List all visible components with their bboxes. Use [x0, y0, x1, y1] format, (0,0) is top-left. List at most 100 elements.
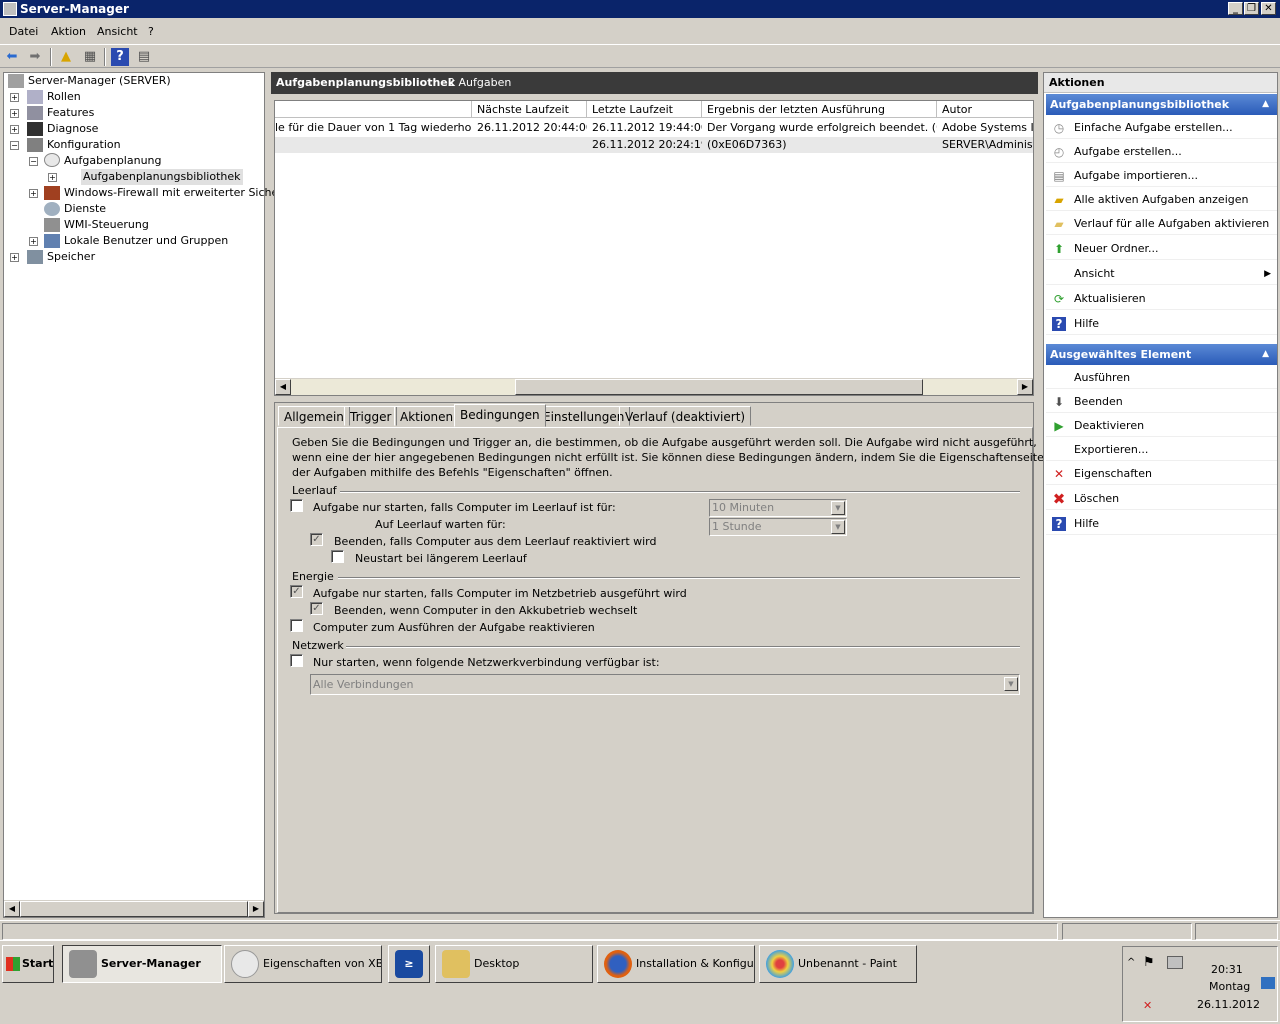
action-help-selected[interactable]: ? Hilfe [1046, 513, 1277, 535]
expand-icon[interactable]: + [10, 253, 19, 262]
column-header-last-run[interactable]: Letzte Laufzeit [587, 101, 702, 118]
scroll-thumb[interactable] [20, 901, 248, 917]
expand-icon[interactable]: + [29, 237, 38, 246]
list-horizontal-scrollbar[interactable]: ◀ ▶ [275, 378, 1033, 395]
flag-icon[interactable]: ⚑ [1143, 955, 1155, 970]
action-properties[interactable]: ✕ Eigenschaften [1046, 463, 1277, 485]
tab-verlauf[interactable]: Verlauf (deaktiviert) [619, 406, 752, 426]
action-create-task[interactable]: ◴ Aufgabe erstellen... [1046, 141, 1277, 163]
expand-icon[interactable]: + [10, 125, 19, 134]
action-run[interactable]: Ausführen [1046, 367, 1277, 389]
idle-duration-select[interactable]: 10 Minuten ▼ [709, 499, 847, 517]
column-header-author[interactable]: Autor [937, 101, 1033, 118]
taskbar-item-powershell[interactable]: ≥ [388, 945, 430, 983]
tree-horizontal-scrollbar[interactable]: ◀ ▶ [4, 900, 264, 917]
collapse-icon[interactable]: ▲ [1262, 344, 1269, 365]
action-delete[interactable]: ✖ Löschen [1046, 488, 1277, 510]
center-title: Aufgabenplanungsbibliothek [276, 76, 456, 89]
group-divider [338, 577, 1020, 579]
network-icon[interactable] [1167, 956, 1183, 969]
power-wake-checkbox[interactable] [290, 619, 303, 632]
tab-aktionen[interactable]: Aktionen [394, 406, 460, 426]
group-idle-label: Leerlauf [292, 484, 337, 497]
title-bar: Server-Manager _ ❐ ✕ [0, 0, 1280, 18]
show-hide-tree-icon[interactable]: ▦ [81, 48, 99, 66]
tab-trigger[interactable]: Trigger [344, 406, 398, 426]
system-tray: ^ ⚑ ✕ 20:31 Montag 26.11.2012 [1122, 946, 1278, 1022]
menu-file[interactable]: Datei [9, 25, 38, 38]
table-cell: Der Vorgang wurde erfolgreich beendet. (… [707, 121, 937, 134]
action-export[interactable]: Exportieren... [1046, 439, 1277, 461]
group-divider [346, 646, 1020, 648]
section-selected-item[interactable]: Ausgewähltes Element ▲ [1046, 344, 1277, 365]
collapse-icon[interactable]: ▲ [1262, 94, 1269, 115]
section-library[interactable]: Aufgabenplanungsbibliothek ▲ [1046, 94, 1277, 115]
menu-view[interactable]: Ansicht [97, 25, 138, 38]
taskbar-item-server-manager[interactable]: Server-Manager [62, 945, 222, 983]
idle-start-checkbox[interactable] [290, 499, 303, 512]
tab-allgemein[interactable]: Allgemein [278, 406, 350, 426]
power-battery-checkbox[interactable]: ✓ [310, 602, 323, 615]
network-only-checkbox[interactable] [290, 654, 303, 667]
scroll-right-icon[interactable]: ▶ [1017, 379, 1033, 395]
volume-muted-icon[interactable]: ✕ [1143, 999, 1152, 1012]
network-only-label: Nur starten, wenn folgende Netzwerkverbi… [313, 656, 660, 669]
column-header-name[interactable] [275, 101, 472, 118]
taskbar-item-paint[interactable]: Unbenannt - Paint [759, 945, 917, 983]
expand-icon[interactable]: + [29, 189, 38, 198]
scroll-left-icon[interactable]: ◀ [4, 901, 20, 917]
network-connection-select[interactable]: Alle Verbindungen ▼ [310, 674, 1020, 695]
forward-arrow-icon[interactable]: ➡ [26, 48, 44, 66]
scroll-thumb[interactable] [515, 379, 923, 395]
up-folder-icon[interactable]: ▲ [57, 48, 75, 66]
action-help[interactable]: ? Hilfe [1046, 313, 1277, 335]
table-row[interactable]: le für die Dauer von 1 Tag wiederholen. … [275, 120, 1033, 136]
table-cell: 26.11.2012 19:44:00 [592, 121, 702, 134]
status-bar [0, 920, 1280, 940]
action-disable[interactable]: ▶ Deaktivieren [1046, 415, 1277, 437]
action-end[interactable]: ⬇ Beenden [1046, 391, 1277, 413]
table-row[interactable]: 26.11.2012 20:24:19 (0xE06D7363) SERVER\… [275, 137, 1033, 153]
idle-wait-select[interactable]: 1 Stunde ▼ [709, 518, 847, 536]
power-battery-label: Beenden, wenn Computer in den Akkubetrie… [334, 604, 638, 617]
action-view[interactable]: Ansicht ▶ [1046, 263, 1277, 285]
idle-restart-checkbox[interactable] [331, 550, 344, 563]
taskbar-item-desktop[interactable]: Desktop [435, 945, 593, 983]
taskbar-item-firefox[interactable]: Installation & Konfigu... [597, 945, 755, 983]
back-arrow-icon[interactable]: ⬅ [3, 48, 21, 66]
action-create-basic-task[interactable]: ◷ Einfache Aufgabe erstellen... [1046, 117, 1277, 139]
help-icon[interactable]: ? [111, 48, 129, 66]
menu-action[interactable]: Aktion [51, 25, 86, 38]
collapse-icon[interactable]: − [29, 157, 38, 166]
maximize-button[interactable]: ❐ [1244, 2, 1259, 15]
chevron-up-icon[interactable]: ^ [1127, 957, 1135, 968]
start-button[interactable]: Start [2, 945, 54, 983]
clock-time[interactable]: 20:31 [1211, 963, 1243, 976]
tab-bedingungen[interactable]: Bedingungen [454, 404, 546, 427]
power-ac-checkbox[interactable]: ✓ [290, 585, 303, 598]
action-enable-history[interactable]: ▰ Verlauf für alle Aufgaben aktivieren [1046, 213, 1277, 235]
minimize-button[interactable]: _ [1228, 2, 1243, 15]
column-header-result[interactable]: Ergebnis der letzten Ausführung [702, 101, 937, 118]
scroll-right-icon[interactable]: ▶ [248, 901, 264, 917]
action-show-running[interactable]: ▰ Alle aktiven Aufgaben anzeigen [1046, 189, 1277, 211]
column-header-next-run[interactable]: Nächste Laufzeit [472, 101, 587, 118]
scroll-left-icon[interactable]: ◀ [275, 379, 291, 395]
tab-einstellungen[interactable]: Einstellungen [537, 406, 631, 426]
chevron-down-icon: ▼ [831, 501, 845, 515]
taskbar-item-properties[interactable]: Eigenschaften von XB... [224, 945, 382, 983]
expand-icon[interactable]: + [48, 173, 57, 182]
action-new-folder[interactable]: ⬆ Neuer Ordner... [1046, 238, 1277, 260]
collapse-icon[interactable]: − [10, 141, 19, 150]
menu-help[interactable]: ? [148, 25, 154, 38]
close-button[interactable]: ✕ [1261, 2, 1276, 15]
action-import-task[interactable]: ▤ Aufgabe importieren... [1046, 165, 1277, 187]
action-refresh[interactable]: ⟳ Aktualisieren [1046, 288, 1277, 310]
show-desktop-icon[interactable] [1261, 977, 1275, 989]
table-cell: (0xE06D7363) [707, 138, 787, 151]
show-action-pane-icon[interactable]: ▤ [135, 48, 153, 66]
idle-stop-checkbox[interactable]: ✓ [310, 533, 323, 546]
power-wake-label: Computer zum Ausführen der Aufgabe reakt… [313, 621, 595, 634]
expand-icon[interactable]: + [10, 109, 19, 118]
expand-icon[interactable]: + [10, 93, 19, 102]
